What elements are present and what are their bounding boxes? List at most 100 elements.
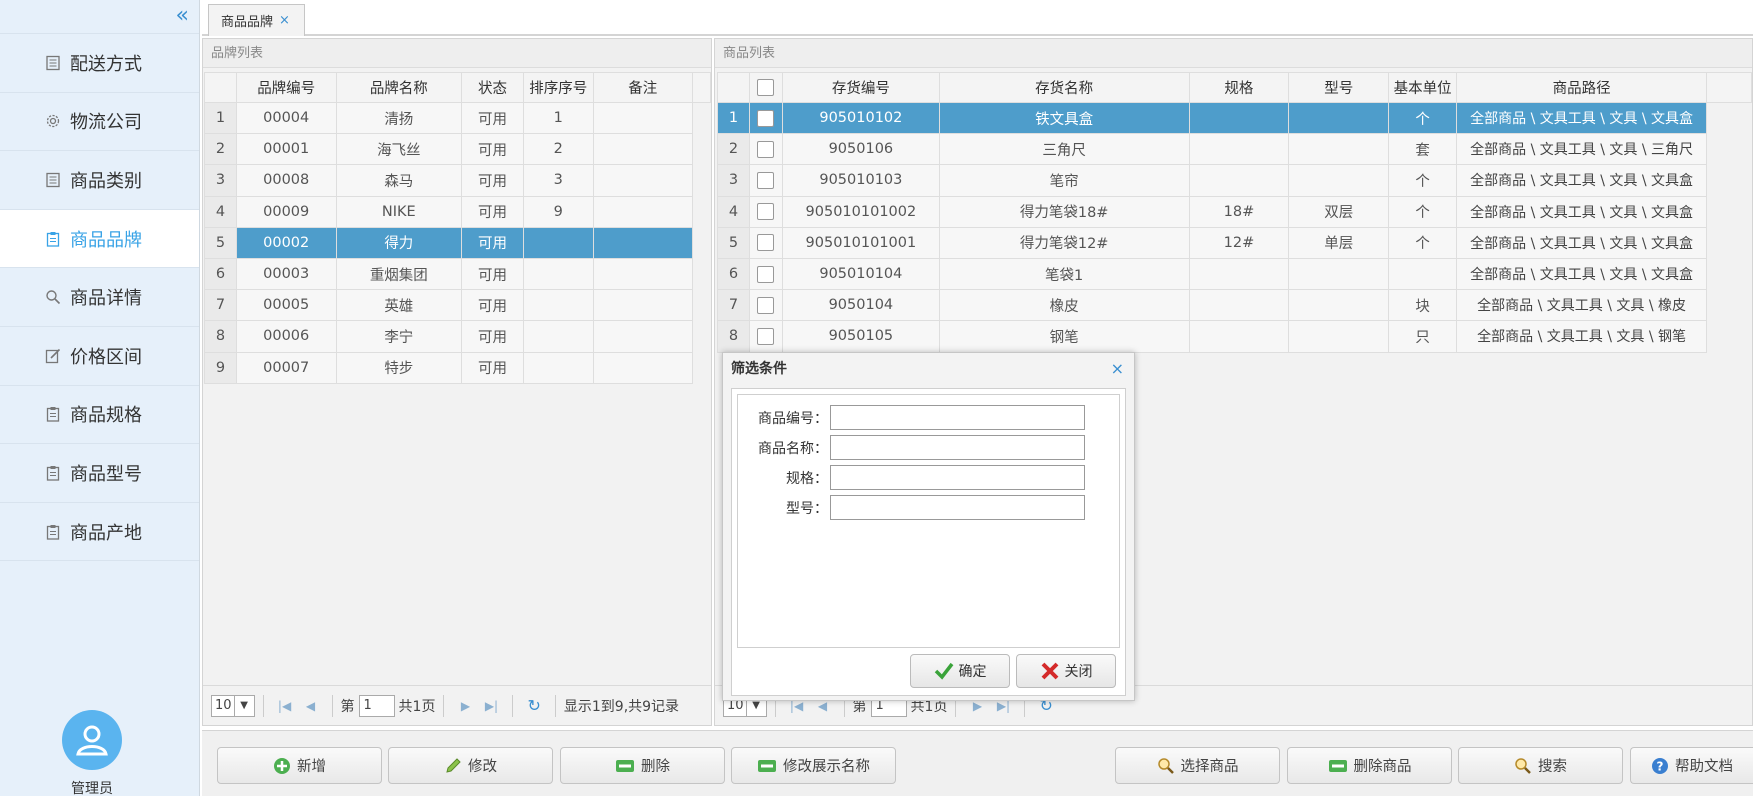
scrollbar-gutter [1706,72,1752,103]
edit-label: 修改 [468,759,497,775]
pager-summary: 显示1到9,共9记录 [563,698,680,715]
delete-goods-button[interactable]: 删除商品 [1287,747,1452,784]
checkbox[interactable] [757,265,775,283]
checkbox[interactable] [757,171,775,189]
sidebar-item-category[interactable]: 商品类别 [0,151,199,210]
table-cell: 海飞丝 [335,133,463,166]
checkbox[interactable] [757,140,775,158]
close-icon[interactable]: × [1111,359,1124,378]
sidebar-item-label: 价格区间 [70,346,142,368]
collapse-sidebar-icon[interactable]: « [176,3,189,29]
checkbox[interactable] [757,327,775,345]
column-header[interactable]: 型号 [1288,72,1390,103]
column-header[interactable]: 基本单位 [1388,72,1458,103]
table-row[interactable]: 3 905010103 笔帘 个全部商品 \ 文具工具 \ 文具 \ 文具盒 [717,164,1752,197]
sidebar-item-delivery[interactable]: 配送方式 [0,34,199,93]
column-header[interactable]: 品牌编号 [235,72,337,103]
row-checkbox-cell[interactable] [748,257,783,291]
prev-page-icon[interactable]: ◀ [300,699,322,713]
checkbox[interactable] [757,203,775,221]
add-button[interactable]: 新增 [217,747,382,784]
column-header[interactable]: 存货编号 [781,72,940,103]
checkbox[interactable] [757,296,775,314]
search-button[interactable]: 搜索 [1458,747,1623,784]
column-header[interactable]: 状态 [461,72,524,103]
row-checkbox-cell[interactable] [748,101,783,135]
column-header[interactable]: 备注 [592,72,694,103]
checkbox[interactable] [757,234,775,252]
sidebar-item-details[interactable]: 商品详情 [0,268,199,327]
sidebar-item-price-range[interactable]: 价格区间 [0,327,199,386]
row-number: 3 [204,164,237,197]
table-cell: 905010104 [781,257,940,291]
help-button[interactable]: ? 帮助文档 [1630,747,1753,784]
row-checkbox-cell[interactable] [748,320,783,353]
row-checkbox-cell[interactable] [748,195,783,228]
row-number: 7 [717,289,750,322]
table-row[interactable]: 5 905010101001 得力笔袋12# 12# 单层个全部商品 \ 文具工具 \ … [717,226,1752,259]
row-checkbox-cell[interactable] [748,133,783,166]
column-header[interactable]: 规格 [1188,72,1290,103]
field-label: 型号： [786,500,828,517]
sidebar-item-logistics[interactable]: 物流公司 [0,93,199,152]
select-all-checkbox[interactable] [748,72,783,103]
sidebar-item-brand[interactable]: 商品品牌 [0,209,199,269]
table-cell: 重烟集团 [335,257,463,291]
column-header[interactable]: 排序序号 [522,72,594,103]
check-icon [934,662,954,680]
page-size-select[interactable]: 10 ▼ [211,694,255,717]
sidebar-item-origin[interactable]: 商品产地 [0,503,199,562]
table-row[interactable]: 1 00004 清扬 可用 1 [204,101,711,135]
table-row[interactable]: 3 00008 森马 可用 3 [204,164,711,197]
checkbox[interactable] [757,109,775,127]
table-cell: 块 [1388,289,1458,322]
page-number-input[interactable]: 1 [358,694,395,717]
row-number: 5 [204,226,237,259]
table-row[interactable]: 7 00005 英雄 可用 [204,289,711,322]
table-row[interactable]: 6 905010104 笔袋1 全部商品 \ 文具工具 \ 文具 \ 文具盒 [717,257,1752,291]
sidebar-item-model[interactable]: 商品型号 [0,444,199,503]
table-cell: 得力笔袋12# [938,226,1190,259]
column-header[interactable]: 商品路径 [1456,72,1708,103]
row-checkbox-cell[interactable] [748,164,783,197]
table-cell [592,226,694,259]
select-goods-button[interactable]: 选择商品 [1115,747,1280,784]
delete-button[interactable]: 删除 [560,747,725,784]
spec-input[interactable] [830,465,1085,490]
checkbox[interactable] [757,79,775,96]
first-page-icon[interactable]: |◀ [274,699,296,713]
close-button[interactable]: 关闭 [1016,654,1116,688]
row-checkbox-cell[interactable] [748,289,783,322]
table-row[interactable]: 8 9050105 钢笔 只全部商品 \ 文具工具 \ 文具 \ 钢笔 [717,320,1752,353]
row-checkbox-cell[interactable] [748,226,783,259]
table-row[interactable]: 7 9050104 橡皮 块全部商品 \ 文具工具 \ 文具 \ 橡皮 [717,289,1752,322]
table-row[interactable]: 6 00003 重烟集团 可用 [204,257,711,291]
table-cell: 可用 [461,257,524,291]
table-row[interactable]: 2 00001 海飞丝 可用 2 [204,133,711,166]
table-row[interactable]: 5 00002 得力 可用 [204,226,711,259]
goods-code-input[interactable] [830,405,1085,430]
last-page-icon[interactable]: ▶| [480,699,502,713]
close-tab-icon[interactable]: × [279,13,290,28]
table-row[interactable]: 9 00007 特步 可用 [204,351,711,384]
table-row[interactable]: 2 9050106 三角尺 套全部商品 \ 文具工具 \ 文具 \ 三角尺 [717,133,1752,166]
refresh-icon[interactable]: ↻ [527,696,540,715]
column-header[interactable]: 存货名称 [938,72,1190,103]
table-row[interactable]: 1 905010102 铁文具盒 个全部商品 \ 文具工具 \ 文具 \ 文具盒 [717,101,1752,135]
confirm-button[interactable]: 确定 [910,654,1010,688]
scrollbar-gutter [1706,133,1752,165]
minus-icon [757,759,777,773]
edit-button[interactable]: 修改 [388,747,553,784]
model-input[interactable] [830,495,1085,520]
column-header[interactable]: 品牌名称 [335,72,463,103]
table-cell: 00008 [235,164,337,197]
avatar[interactable] [62,710,122,770]
next-page-icon[interactable]: ▶ [454,699,476,713]
goods-name-input[interactable] [830,435,1085,460]
table-row[interactable]: 4 905010101002 得力笔袋18# 18# 双层个全部商品 \ 文具工具 \ … [717,195,1752,228]
edit-display-name-button[interactable]: 修改展示名称 [731,747,896,784]
tab-brand[interactable]: 商品品牌 × [208,4,305,36]
sidebar-item-spec[interactable]: 商品规格 [0,386,199,445]
table-row[interactable]: 4 00009 NIKE 可用 9 [204,195,711,228]
table-row[interactable]: 8 00006 李宁 可用 [204,320,711,353]
